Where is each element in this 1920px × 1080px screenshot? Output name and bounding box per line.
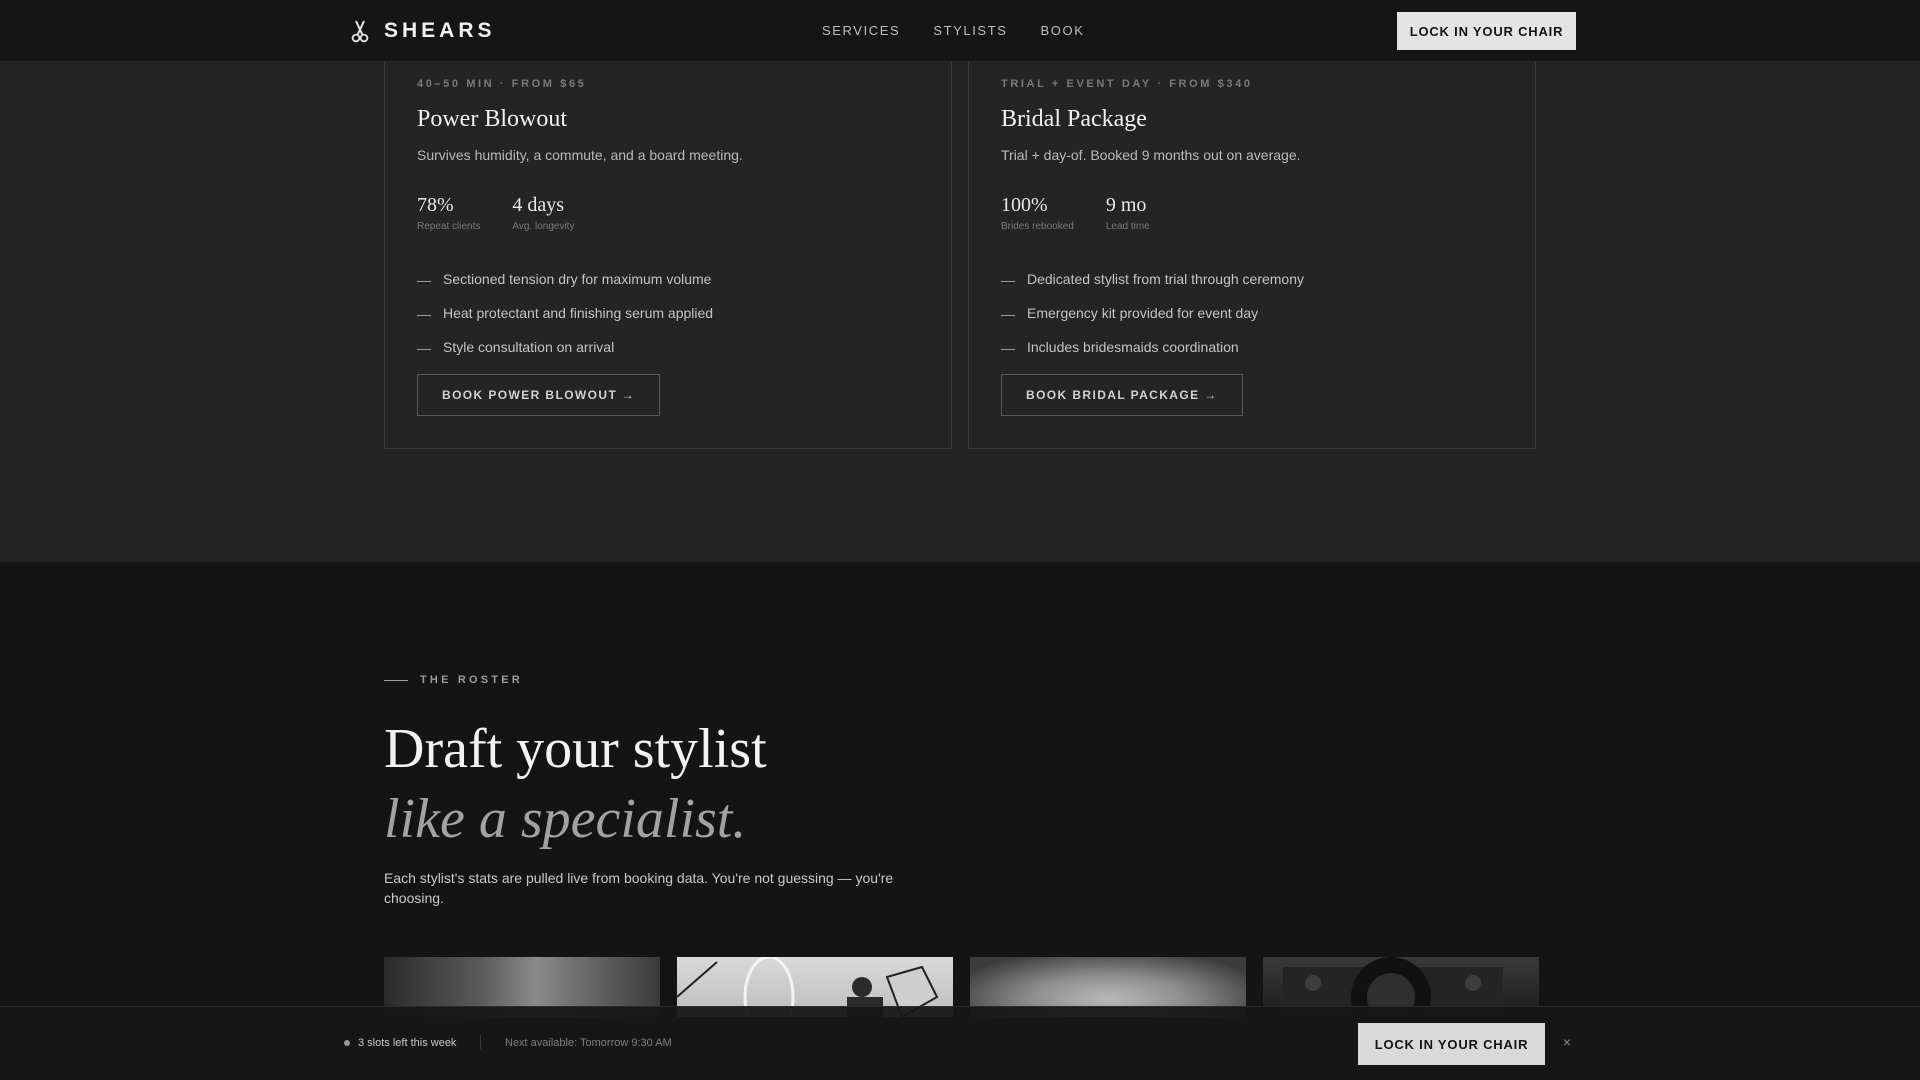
feature-text: Includes bridesmaids coordination bbox=[1027, 339, 1239, 355]
list-item: Includes bridesmaids coordination bbox=[1001, 330, 1304, 364]
nav-link-services[interactable]: SERVICES bbox=[822, 23, 900, 38]
book-power-blowout-button[interactable]: BOOK POWER BLOWOUT → bbox=[417, 374, 661, 416]
stat-label: Avg. longevity bbox=[512, 221, 575, 232]
dash-icon bbox=[1001, 348, 1015, 350]
service-description: Trial + day-of. Booked 9 months out on a… bbox=[1001, 147, 1301, 163]
dash-icon bbox=[417, 280, 431, 282]
section-headline-italic: like a specialist. bbox=[384, 788, 747, 850]
nav-link-stylists[interactable]: STYLISTS bbox=[933, 23, 1007, 38]
section-headline: Draft your stylist bbox=[384, 718, 767, 780]
feature-list: Sectioned tension dry for maximum volume… bbox=[417, 262, 713, 364]
stat-avg-longevity: 4 days Avg. longevity bbox=[512, 194, 574, 232]
service-title: Power Blowout bbox=[417, 106, 567, 132]
service-stats: 78% Repeat clients 4 days Avg. longevity bbox=[417, 194, 606, 232]
feature-list: Dedicated stylist from trial through cer… bbox=[1001, 262, 1304, 364]
stat-label: Repeat clients bbox=[417, 221, 481, 232]
list-item: Style consultation on arrival bbox=[417, 330, 713, 364]
feature-text: Emergency kit provided for event day bbox=[1027, 305, 1259, 321]
stat-value: 4 days bbox=[512, 194, 565, 216]
lock-in-chair-button[interactable]: LOCK IN YOUR CHAIR bbox=[1397, 12, 1576, 50]
book-bridal-package-button[interactable]: BOOK BRIDAL PACKAGE → bbox=[1001, 374, 1243, 416]
service-description: Survives humidity, a commute, and a boar… bbox=[417, 147, 743, 163]
roster-section: THE ROSTER Draft your stylist like a spe… bbox=[0, 562, 1920, 1080]
status-dot-icon bbox=[344, 1040, 350, 1046]
section-eyebrow: THE ROSTER bbox=[384, 674, 523, 686]
feature-text: Sectioned tension dry for maximum volume bbox=[443, 271, 712, 287]
slots-text: 3 slots left this week bbox=[358, 1037, 457, 1049]
nav-links: SERVICES STYLISTS BOOK bbox=[822, 23, 1085, 38]
next-available-text: Next available: Tomorrow 9:30 AM bbox=[505, 1037, 672, 1049]
eyebrow-text: THE ROSTER bbox=[420, 674, 523, 686]
stat-lead-time: 9 mo Lead time bbox=[1106, 194, 1150, 232]
dash-icon bbox=[417, 314, 431, 316]
list-item: Heat protectant and finishing serum appl… bbox=[417, 296, 713, 330]
list-item: Emergency kit provided for event day bbox=[1001, 296, 1304, 330]
scissors-logo-icon bbox=[351, 20, 369, 43]
feature-text: Dedicated stylist from trial through cer… bbox=[1027, 271, 1304, 287]
dash-icon bbox=[1001, 314, 1015, 316]
sticky-lock-in-chair-button[interactable]: LOCK IN YOUR CHAIR bbox=[1358, 1023, 1545, 1065]
sticky-booking-bar: 3 slots left this week Next available: T… bbox=[0, 1006, 1920, 1080]
services-section: 40–50 MIN · FROM $65 Power Blowout Survi… bbox=[0, 0, 1920, 562]
service-card-power-blowout: 40–50 MIN · FROM $65 Power Blowout Survi… bbox=[384, 40, 952, 449]
nav-link-book[interactable]: BOOK bbox=[1041, 23, 1085, 38]
feature-text: Heat protectant and finishing serum appl… bbox=[443, 305, 714, 321]
divider bbox=[480, 1035, 481, 1049]
slots-indicator: 3 slots left this week bbox=[344, 1037, 456, 1049]
service-card-bridal-package: TRIAL + EVENT DAY · FROM $340 Bridal Pac… bbox=[968, 40, 1536, 449]
service-title: Bridal Package bbox=[1001, 106, 1147, 132]
list-item: Dedicated stylist from trial through cer… bbox=[1001, 262, 1304, 296]
service-stats: 100% Brides rebooked 9 mo Lead time bbox=[1001, 194, 1182, 232]
stat-label: Lead time bbox=[1105, 221, 1150, 232]
top-nav: SHEARS SERVICES STYLISTS BOOK LOCK IN YO… bbox=[0, 0, 1920, 62]
close-icon[interactable]: × bbox=[1560, 1035, 1574, 1049]
stat-value: 9 mo bbox=[1105, 194, 1147, 216]
feature-text: Style consultation on arrival bbox=[443, 339, 615, 355]
stat-value: 78% bbox=[417, 194, 454, 216]
stat-label: Brides rebooked bbox=[1001, 221, 1074, 232]
brand[interactable]: SHEARS bbox=[350, 18, 496, 44]
service-meta: TRIAL + EVENT DAY · FROM $340 bbox=[1001, 78, 1253, 90]
stat-brides-rebooked: 100% Brides rebooked bbox=[1001, 194, 1074, 232]
section-lede: Each stylist's stats are pulled live fro… bbox=[384, 870, 894, 906]
dash-icon bbox=[1001, 280, 1015, 282]
stat-repeat-clients: 78% Repeat clients bbox=[417, 194, 480, 232]
service-meta: 40–50 MIN · FROM $65 bbox=[417, 78, 587, 90]
eyebrow-line bbox=[384, 679, 408, 681]
list-item: Sectioned tension dry for maximum volume bbox=[417, 262, 713, 296]
brand-name: SHEARS bbox=[384, 19, 496, 42]
dash-icon bbox=[417, 348, 431, 350]
stat-value: 100% bbox=[1001, 194, 1048, 216]
